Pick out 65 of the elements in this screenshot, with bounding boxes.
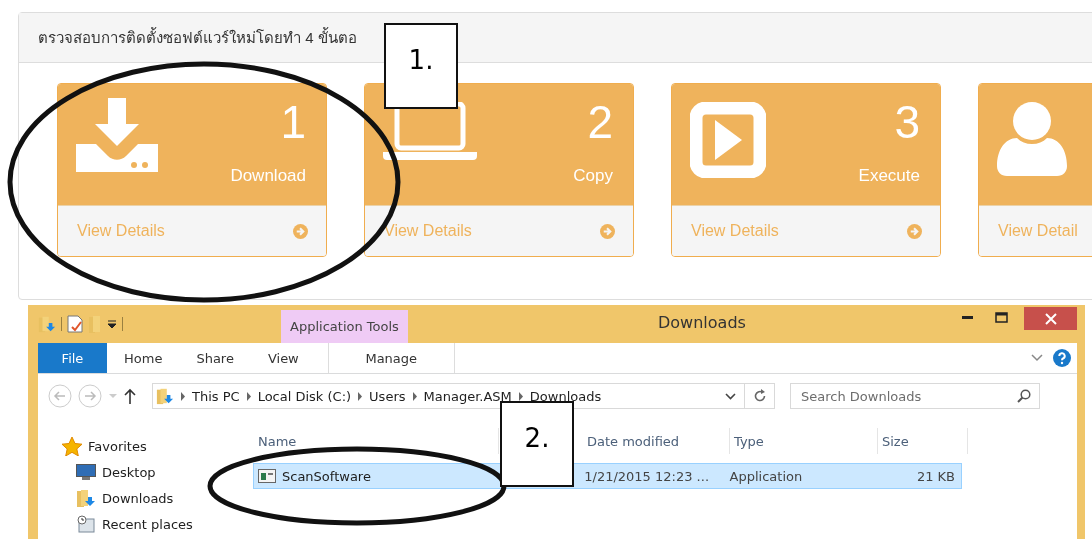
help-icon[interactable] [1053,349,1071,367]
dropdown-caret-icon[interactable] [107,319,117,329]
nav-item[interactable]: Desktop [62,462,253,482]
step-label: Download [230,166,306,186]
file-tab[interactable]: File [38,343,107,373]
file-name: ScanSoftware [282,468,371,484]
star-icon [62,436,82,456]
up-arrow-icon[interactable] [124,388,136,404]
properties-icon[interactable] [67,315,83,333]
column-header[interactable]: Size [878,428,968,454]
arrow-circle-icon [293,223,308,239]
column-header[interactable]: Date modified [583,428,730,454]
folder-download-icon[interactable] [38,315,56,333]
step-number: 3 [894,96,920,148]
callout-label: 1. [384,23,458,109]
step-number: 1 [280,96,306,148]
step-label: Copy [573,166,613,186]
minimize-icon [961,315,973,319]
folder-download-icon [156,387,174,405]
user-icon [997,102,1067,176]
breadcrumb-item[interactable]: This PC [192,388,240,404]
ribbon-tab[interactable]: Share [179,343,251,373]
step-number: 2 [587,96,613,148]
panel-title: ตรวจสอบการติดตั้งซอฟต์แวร์ใหม่โดยทำ 4 ขั้นตอ [38,26,357,48]
step-label: Execute [858,166,920,186]
arrow-circle-icon [907,223,922,239]
recent-places-icon [76,515,96,533]
breadcrumb-item[interactable]: Users [369,388,406,404]
callout-label: 2. [500,401,574,487]
ribbon-tab[interactable]: View [250,343,316,373]
window-title: Downloads [658,313,746,332]
refresh-button[interactable] [745,383,775,409]
ribbon-tab[interactable]: Home [107,343,180,373]
chevron-icon [517,391,524,401]
breadcrumb-item[interactable]: Local Disk (C:) [257,388,352,404]
address-bar[interactable]: This PC Local Disk (C:) Users Manager.ASM Downloads [152,383,745,409]
date-cell-text: 1/21/2015 12:23 ... [583,468,711,484]
breadcrumb-item[interactable]: Downloads [529,388,602,404]
size-cell-text: 21 KB [915,468,956,484]
download-icon [76,98,158,172]
expand-ribbon-icon[interactable] [1031,354,1043,362]
close-button[interactable] [1024,307,1077,330]
type-cell-text: Application [728,468,804,484]
arrow-circle-icon [600,223,615,239]
folder-download-icon [76,489,96,507]
close-icon [1044,312,1057,325]
nav-item[interactable]: Favorites [62,436,253,456]
chevron-down-icon[interactable] [724,392,736,400]
chevron-icon [180,391,186,401]
search-field[interactable]: Search Downloads [790,383,1040,409]
play-icon [690,102,766,178]
refresh-icon [752,389,767,403]
breadcrumb-item[interactable]: Manager.ASM [423,388,512,404]
nav-item[interactable]: Downloads [62,488,253,508]
maximize-icon [994,311,1008,323]
monitor-icon [76,464,96,480]
column-header[interactable]: Type [730,428,878,454]
chevron-icon [245,391,252,401]
chevron-icon [357,391,364,401]
search-icon [1017,389,1031,403]
application-icon [258,469,276,483]
chevron-icon [411,391,418,401]
nav-item[interactable]: Recent places [62,514,253,534]
column-header[interactable]: Name [253,428,499,454]
contextual-tab-header: Application Tools [281,310,408,343]
